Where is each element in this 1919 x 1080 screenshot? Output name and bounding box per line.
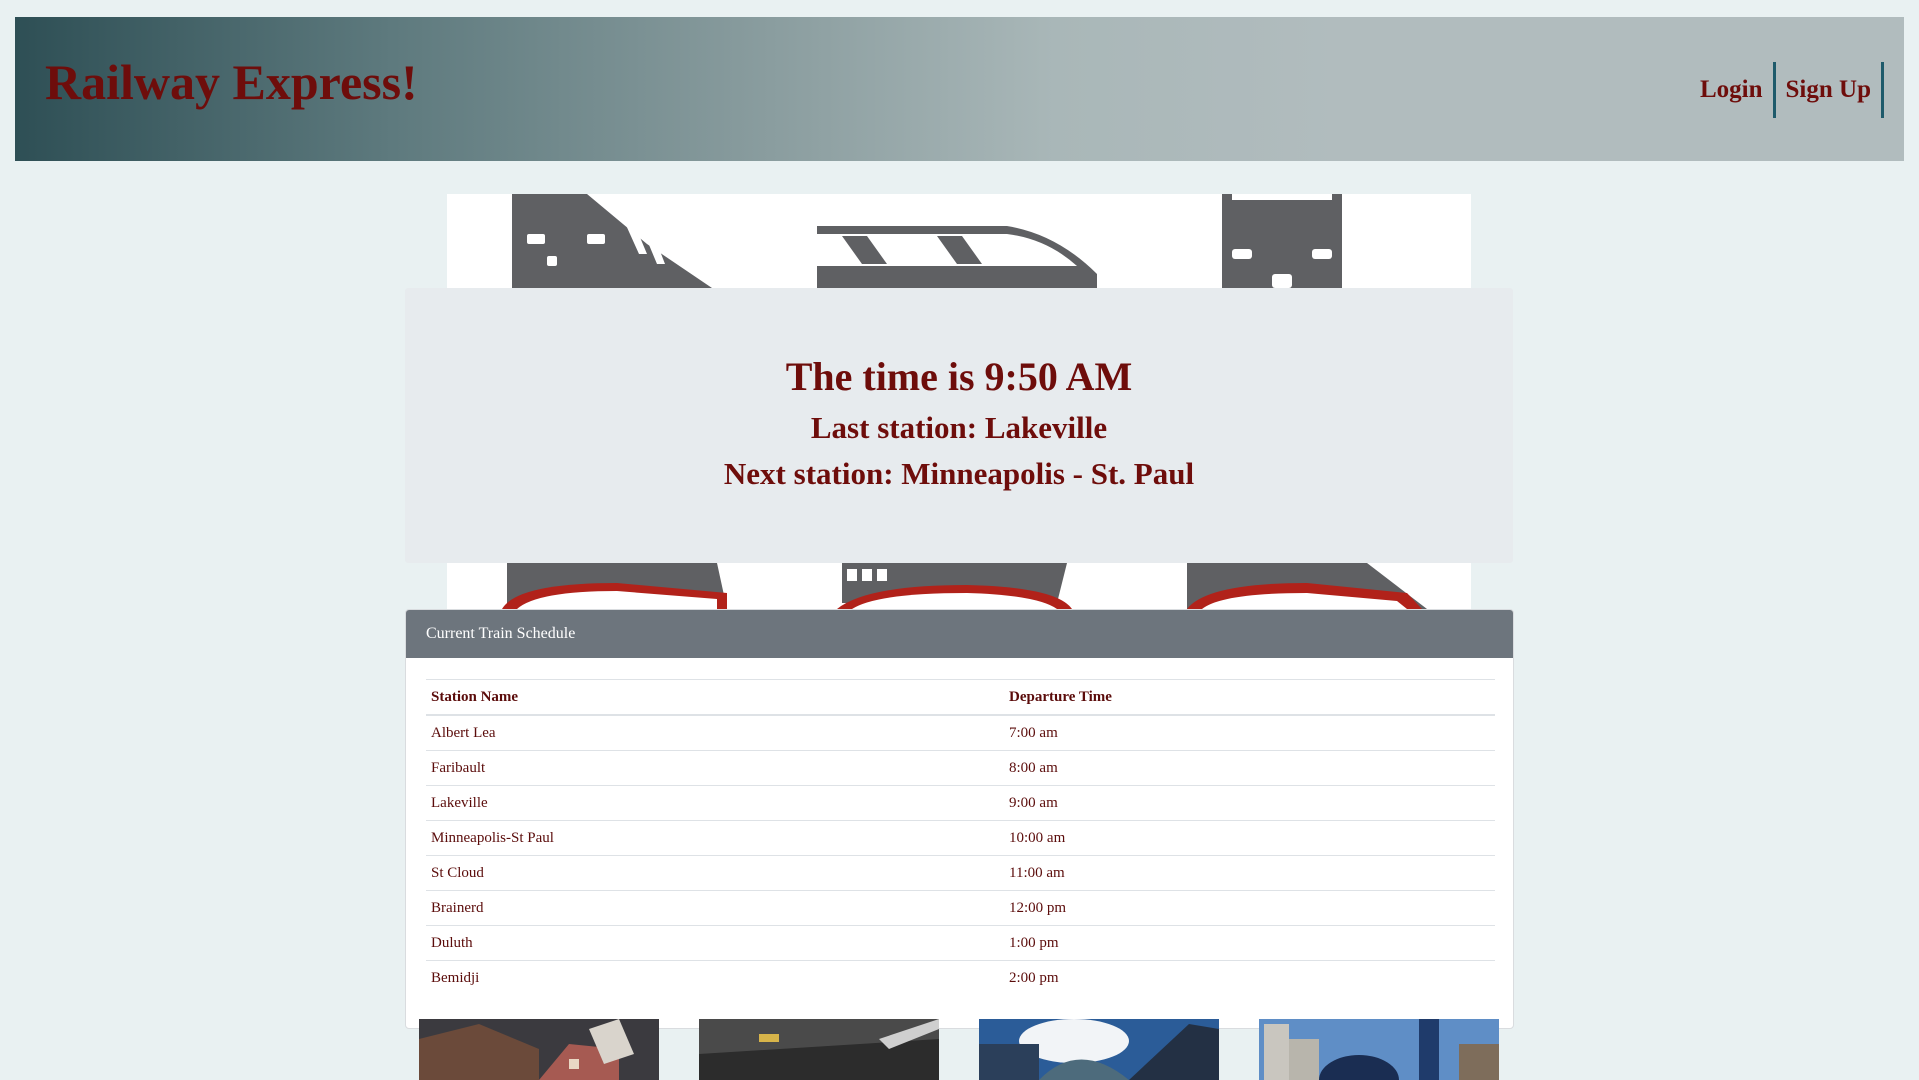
train-illustration [512,194,1342,288]
photo-image [699,1019,939,1080]
table-row: Duluth 1:00 pm [426,925,1495,961]
departure-cell: 2:00 pm [1004,960,1495,995]
departure-cell: 8:00 am [1004,750,1495,786]
departure-cell: 12:00 pm [1004,890,1495,926]
schedule-table: Station Name Departure Time Albert Lea 7… [426,679,1495,995]
next-station: Next station: Minneapolis - St. Paul [723,456,1195,491]
login-link[interactable]: Login [1690,62,1776,118]
table-row: Faribault 8:00 am [426,750,1495,786]
station-cell: Brainerd [426,890,1004,926]
train-illustration [502,563,1427,609]
photo-image [419,1019,659,1080]
table-row: St Cloud 11:00 am [426,855,1495,891]
departure-cell: 1:00 pm [1004,925,1495,961]
column-header-station: Station Name [426,679,1004,716]
station-cell: Duluth [426,925,1004,961]
table-row: Bemidji 2:00 pm [426,960,1495,995]
table-row: Minneapolis-St Paul 10:00 am [426,820,1495,856]
train-banner-bottom [447,563,1471,609]
station-cell: Bemidji [426,960,1004,995]
train-banner-top [447,194,1471,288]
table-row: Albert Lea 7:00 am [426,714,1495,751]
departure-cell: 11:00 am [1004,855,1495,891]
station-cell: Minneapolis-St Paul [426,820,1004,856]
column-header-departure: Departure Time [1004,679,1495,716]
table-row: Lakeville 9:00 am [426,785,1495,821]
gallery-photo-depot[interactable] [419,1019,659,1080]
schedule-card: Current Train Schedule Station Name Depa… [405,609,1514,1029]
site-header: Railway Express! Login Sign Up [15,17,1904,161]
gallery-photo-station[interactable] [699,1019,939,1080]
top-nav: Login Sign Up [1690,62,1884,118]
current-time: The time is 9:50 AM [785,354,1133,399]
last-station: Last station: Lakeville [810,410,1108,445]
departure-cell: 10:00 am [1004,820,1495,856]
station-cell: Albert Lea [426,714,1004,751]
station-cell: St Cloud [426,855,1004,891]
photo-image [979,1019,1219,1080]
site-brand[interactable]: Railway Express! [45,57,418,107]
station-cell: Faribault [426,750,1004,786]
departure-cell: 7:00 am [1004,714,1495,751]
photo-image [1259,1019,1499,1080]
table-header-row: Station Name Departure Time [426,679,1495,716]
gallery-photo-downtown[interactable] [1259,1019,1499,1080]
schedule-title: Current Train Schedule [406,610,1513,658]
signup-link[interactable]: Sign Up [1776,62,1884,118]
station-cell: Lakeville [426,785,1004,821]
departure-cell: 9:00 am [1004,785,1495,821]
gallery-photo-city-station[interactable] [979,1019,1219,1080]
status-panel: The time is 9:50 AM Last station: Lakevi… [405,288,1513,563]
table-row: Brainerd 12:00 pm [426,890,1495,926]
